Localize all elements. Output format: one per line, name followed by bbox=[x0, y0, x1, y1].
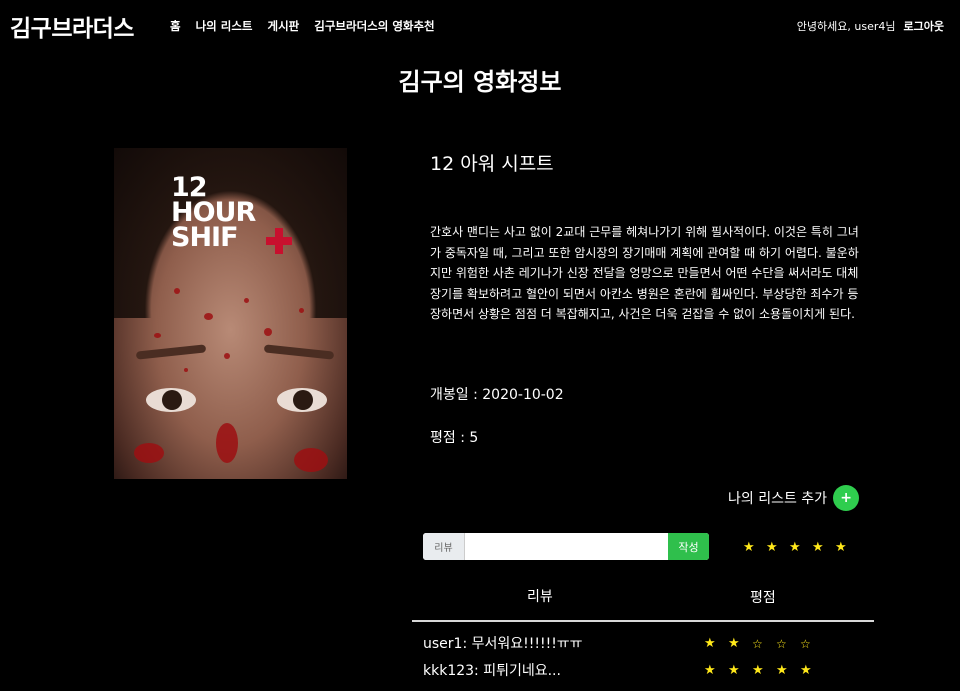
review-row: kkk123: 피튀기네요... ★ ★ ★ ★ ★ bbox=[423, 660, 873, 682]
review-row: user1: 무서워요!!!!!!ㅠㅠ ★ ★ ☆ ☆ ☆ bbox=[423, 633, 873, 655]
star-filled-icon: ★ bbox=[728, 663, 740, 678]
review-text: user1: 무서워요!!!!!!ㅠㅠ bbox=[423, 636, 583, 652]
poster-blood bbox=[154, 333, 161, 338]
nav-link-board[interactable]: 게시판 bbox=[268, 18, 300, 34]
star-filled-icon[interactable]: ★ bbox=[766, 541, 789, 555]
poster-blood bbox=[184, 368, 188, 372]
nav-links: 홈 나의 리스트 게시판 김구브라더스의 영화추천 bbox=[170, 18, 450, 34]
movie-rating: 평점 : 5 bbox=[430, 430, 479, 446]
poster-blood bbox=[174, 288, 180, 294]
nav-link-recommend[interactable]: 김구브라더스의 영화추천 bbox=[314, 18, 434, 34]
nav-user-area: 안녕하세요, user4님 로그아웃 bbox=[797, 18, 944, 34]
add-to-list-button[interactable]: 나의 리스트 추가 + bbox=[728, 485, 860, 511]
table-divider bbox=[412, 620, 874, 622]
release-date: 개봉일 : 2020-10-02 bbox=[430, 387, 564, 403]
star-filled-icon: ★ bbox=[800, 663, 812, 678]
movie-poster: 12 HOUR SHIF bbox=[114, 148, 347, 479]
poster-title-text: 12 HOUR SHIF bbox=[171, 172, 256, 253]
poster-blood-smear bbox=[134, 443, 164, 463]
review-stars: ★ ★ ★ ★ ★ bbox=[704, 664, 824, 678]
logout-link[interactable]: 로그아웃 bbox=[904, 18, 944, 34]
page-title: 김구의 영화정보 bbox=[398, 68, 562, 96]
movie-synopsis: 간호사 맨디는 사고 없이 2교대 근무를 헤쳐나가기 위해 필사적이다. 이것… bbox=[430, 225, 859, 321]
star-empty-icon: ☆ bbox=[776, 637, 787, 651]
star-filled-icon: ★ bbox=[776, 663, 788, 678]
poster-blood bbox=[299, 308, 304, 313]
review-column-header: 리뷰 bbox=[527, 589, 553, 605]
brand-logo[interactable]: 김구브라더스 bbox=[10, 9, 134, 43]
poster-eye-right bbox=[277, 388, 327, 412]
star-filled-icon: ★ bbox=[704, 636, 716, 651]
poster-eye-left bbox=[146, 388, 196, 412]
poster-blood-smear bbox=[294, 448, 328, 472]
poster-blood bbox=[224, 353, 230, 359]
review-form: 리뷰 작성 bbox=[423, 533, 709, 560]
star-filled-icon[interactable]: ★ bbox=[835, 541, 858, 555]
nav-link-home[interactable]: 홈 bbox=[170, 18, 181, 34]
review-stars: ★ ★ ☆ ☆ ☆ bbox=[704, 636, 824, 652]
star-empty-icon: ☆ bbox=[752, 637, 763, 651]
star-filled-icon[interactable]: ★ bbox=[743, 541, 766, 555]
top-navbar: 김구브라더스 홈 나의 리스트 게시판 김구브라더스의 영화추천 안녕하세요, … bbox=[0, 0, 960, 50]
star-rating-picker[interactable]: ★ ★ ★ ★ ★ bbox=[743, 541, 858, 555]
poster-blood bbox=[204, 313, 213, 320]
red-cross-icon bbox=[266, 228, 292, 254]
star-filled-icon: ★ bbox=[752, 663, 764, 678]
poster-brow-right bbox=[263, 344, 335, 360]
rating-column-header: 평점 bbox=[750, 590, 776, 606]
movie-title: 12 아워 시프트 bbox=[430, 153, 554, 175]
review-text: kkk123: 피튀기네요... bbox=[423, 663, 561, 679]
user-greeting: 안녕하세요, user4님 bbox=[796, 20, 896, 33]
star-filled-icon: ★ bbox=[728, 636, 740, 651]
star-filled-icon[interactable]: ★ bbox=[789, 541, 812, 555]
review-input[interactable] bbox=[465, 533, 668, 560]
poster-blood-smear bbox=[216, 423, 238, 463]
poster-blood bbox=[244, 298, 249, 303]
star-empty-icon: ☆ bbox=[800, 637, 811, 651]
plus-icon[interactable]: + bbox=[833, 485, 860, 511]
submit-review-button[interactable]: 작성 bbox=[668, 533, 709, 560]
star-filled-icon[interactable]: ★ bbox=[812, 541, 835, 555]
add-to-list-label: 나의 리스트 추가 bbox=[728, 491, 828, 507]
star-filled-icon: ★ bbox=[704, 663, 716, 678]
poster-brow-left bbox=[135, 344, 207, 360]
nav-link-my-list[interactable]: 나의 리스트 bbox=[196, 18, 253, 34]
review-input-label: 리뷰 bbox=[423, 533, 465, 560]
poster-blood bbox=[264, 328, 272, 336]
